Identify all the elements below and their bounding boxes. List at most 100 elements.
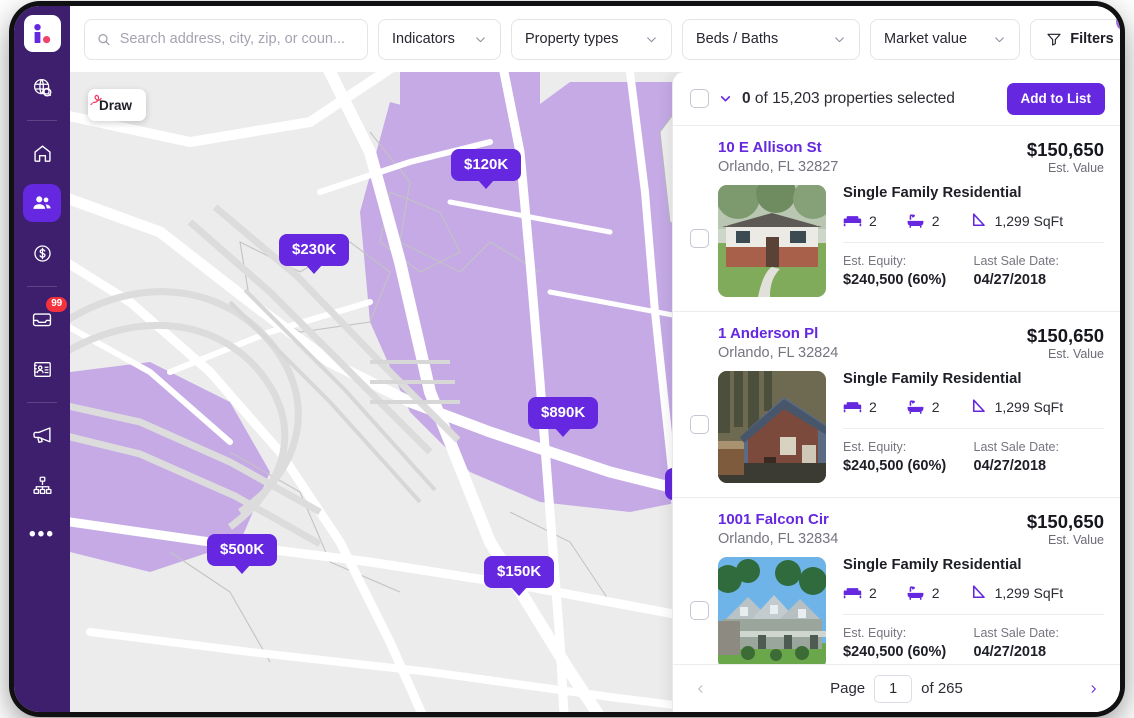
select-all-dropdown-chevron[interactable] — [719, 92, 732, 105]
property-details: Single Family Residential 2 2 1,299 SqFt… — [835, 185, 1104, 290]
top-toolbar: Indicators Property types Beds / Baths M… — [70, 6, 1120, 72]
page-word: Page — [830, 680, 866, 697]
last-sale-label: Last Sale Date: — [973, 626, 1059, 640]
filters-label: Filters — [1070, 31, 1114, 47]
map-marker[interactable]: $500K — [207, 534, 278, 566]
search-box[interactable] — [84, 18, 368, 60]
sqft-value: 1,299 SqFt — [994, 398, 1064, 415]
baths-count: 2 — [931, 398, 940, 415]
results-panel-header: 0 of 15,203 properties selected Add to L… — [673, 72, 1120, 126]
property-price-label: Est. Value — [1047, 347, 1104, 361]
chevron-down-icon — [835, 36, 844, 42]
sidebar-item-team[interactable] — [23, 466, 61, 504]
map-marker[interactable]: $120K — [451, 149, 522, 181]
pagination-bar: Page of 265 — [673, 664, 1120, 712]
app-window: 99 ••• Search address, city, zip, or cou… — [14, 6, 1120, 712]
select-all-checkbox[interactable] — [690, 89, 709, 108]
baths-count: 2 — [931, 584, 940, 601]
map-marker[interactable]: $230K — [279, 234, 350, 266]
property-card-header: 1 Anderson Pl Orlando, FL 32824 $150,650… — [690, 325, 1104, 363]
dropdown-market-value[interactable]: Market value — [870, 18, 1020, 60]
sqft-spec: 1,299 SqFt — [969, 211, 1064, 230]
sidebar-item-inbox[interactable]: 99 — [23, 297, 67, 338]
dropdown-indicators-label: Indicators — [392, 31, 455, 47]
dropdown-property-types[interactable]: Property types — [511, 18, 672, 60]
divider — [843, 614, 1104, 615]
property-card[interactable]: 10 E Allison St Orlando, FL 32827 $150,6… — [673, 126, 1120, 312]
property-card-header: 10 E Allison St Orlando, FL 32827 $150,6… — [690, 139, 1104, 177]
property-address[interactable]: 10 E Allison St — [718, 139, 838, 157]
sidebar-item-global-search[interactable] — [23, 68, 61, 106]
divider — [843, 428, 1104, 429]
property-checkbox[interactable] — [690, 601, 709, 620]
property-city: Orlando, FL 32827 — [718, 159, 839, 175]
property-thumbnail[interactable] — [718, 557, 826, 664]
search-input[interactable] — [119, 31, 355, 47]
property-price: $150,650 — [1026, 511, 1104, 532]
bed-icon — [843, 588, 862, 599]
page-number-input[interactable] — [874, 674, 913, 703]
beds-spec: 2 — [843, 211, 877, 230]
selected-count: 0 — [742, 89, 751, 107]
property-address[interactable]: 1 Anderson Pl — [718, 325, 838, 343]
dropdown-indicators[interactable]: Indicators — [378, 18, 501, 60]
property-address[interactable]: 1001 Falcon Cir — [718, 511, 838, 529]
total-count: 15,203 — [772, 89, 820, 107]
sidebar-item-finance[interactable] — [23, 234, 61, 272]
sqft-value: 1,299 SqFt — [994, 212, 1064, 229]
beds-count: 2 — [869, 584, 877, 601]
sqft-spec: 1,299 SqFt — [969, 583, 1064, 602]
selection-end-text: properties selected — [819, 89, 955, 107]
property-price-label: Est. Value — [1047, 533, 1104, 547]
chevron-down-icon — [476, 36, 485, 42]
property-price: $150,650 — [1026, 325, 1104, 346]
sidebar-item-marketing[interactable] — [23, 416, 61, 454]
baths-count: 2 — [931, 212, 940, 229]
property-card[interactable]: 1 Anderson Pl Orlando, FL 32824 $150,650… — [673, 312, 1120, 498]
sidebar-item-home[interactable] — [23, 134, 61, 172]
dropdown-beds-baths[interactable]: Beds / Baths — [682, 18, 860, 60]
property-list: 10 E Allison St Orlando, FL 32827 $150,6… — [673, 126, 1120, 664]
property-city: Orlando, FL 32834 — [718, 531, 839, 547]
map-marker[interactable]: $890K — [528, 397, 599, 429]
dropdown-property-types-label: Property types — [525, 31, 619, 47]
equity-label: Est. Equity: — [843, 254, 907, 268]
page-total: of 265 — [921, 680, 963, 697]
bed-icon — [843, 216, 862, 227]
filters-badge: 0 — [1116, 10, 1120, 32]
property-card[interactable]: 1001 Falcon Cir Orlando, FL 32834 $150,6… — [673, 498, 1120, 664]
property-thumbnail[interactable] — [718, 371, 826, 483]
app-logo[interactable] — [23, 15, 61, 52]
add-to-list-button[interactable]: Add to List — [1006, 82, 1105, 115]
squiggle-draw-icon — [90, 94, 102, 106]
draw-button[interactable]: Draw — [88, 89, 147, 121]
baths-spec: 2 — [906, 211, 940, 230]
property-details: Single Family Residential 2 2 1,299 SqFt… — [835, 557, 1104, 662]
sidebar-divider — [27, 402, 57, 403]
baths-spec: 2 — [906, 583, 940, 602]
filters-button[interactable]: Filters 0 — [1030, 10, 1120, 60]
inbox-badge: 99 — [46, 297, 67, 312]
property-meta: Est. Equity: $240,500 (60%) Last Sale Da… — [843, 252, 1104, 290]
sidebar: 99 ••• — [14, 6, 70, 712]
sidebar-item-records[interactable] — [23, 350, 61, 388]
divider — [843, 242, 1104, 243]
last-sale-value: 04/27/2018 — [973, 458, 1047, 474]
sqft-value: 1,299 SqFt — [994, 584, 1064, 601]
chevron-down-icon — [995, 36, 1004, 42]
property-specs: 2 2 1,299 SqFt — [843, 583, 1104, 602]
property-details: Single Family Residential 2 2 1,299 SqFt… — [835, 371, 1104, 476]
property-thumbnail[interactable] — [718, 185, 826, 297]
map-marker[interactable]: $150K — [484, 556, 555, 588]
previous-page-button[interactable] — [687, 676, 713, 702]
sidebar-item-more[interactable]: ••• — [23, 516, 61, 554]
beds-count: 2 — [869, 398, 877, 415]
equity-label: Est. Equity: — [843, 440, 907, 454]
next-page-button[interactable] — [1080, 676, 1106, 702]
sidebar-item-contacts[interactable] — [23, 184, 61, 222]
property-card-body: Single Family Residential 2 2 1,299 SqFt… — [690, 185, 1104, 297]
property-checkbox[interactable] — [690, 229, 709, 248]
property-type: Single Family Residential — [843, 557, 1022, 573]
property-city: Orlando, FL 32824 — [718, 345, 839, 361]
property-checkbox[interactable] — [690, 415, 709, 434]
